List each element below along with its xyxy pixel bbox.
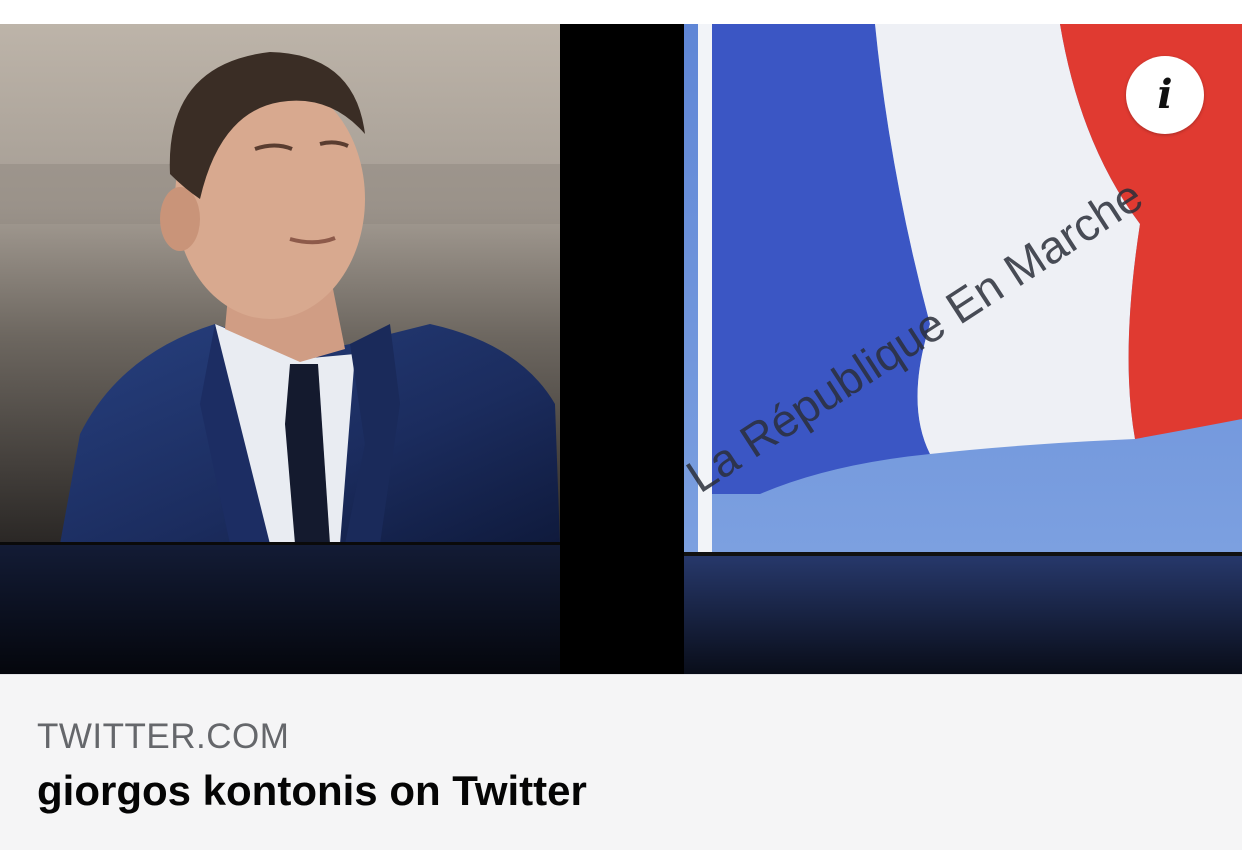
link-preview-footer[interactable]: TWITTER.COM giorgos kontonis on Twitter (0, 674, 1242, 850)
link-preview-card[interactable]: La République En Marche i TWITTER.COM gi… (0, 0, 1242, 850)
link-domain: TWITTER.COM (37, 717, 290, 756)
info-icon: i (1157, 71, 1173, 118)
preview-image-graphic: La République En Marche (0, 24, 1242, 674)
preview-image[interactable]: La République En Marche (0, 24, 1242, 674)
link-title[interactable]: giorgos kontonis on Twitter (37, 767, 587, 815)
info-button[interactable]: i (1126, 56, 1204, 134)
